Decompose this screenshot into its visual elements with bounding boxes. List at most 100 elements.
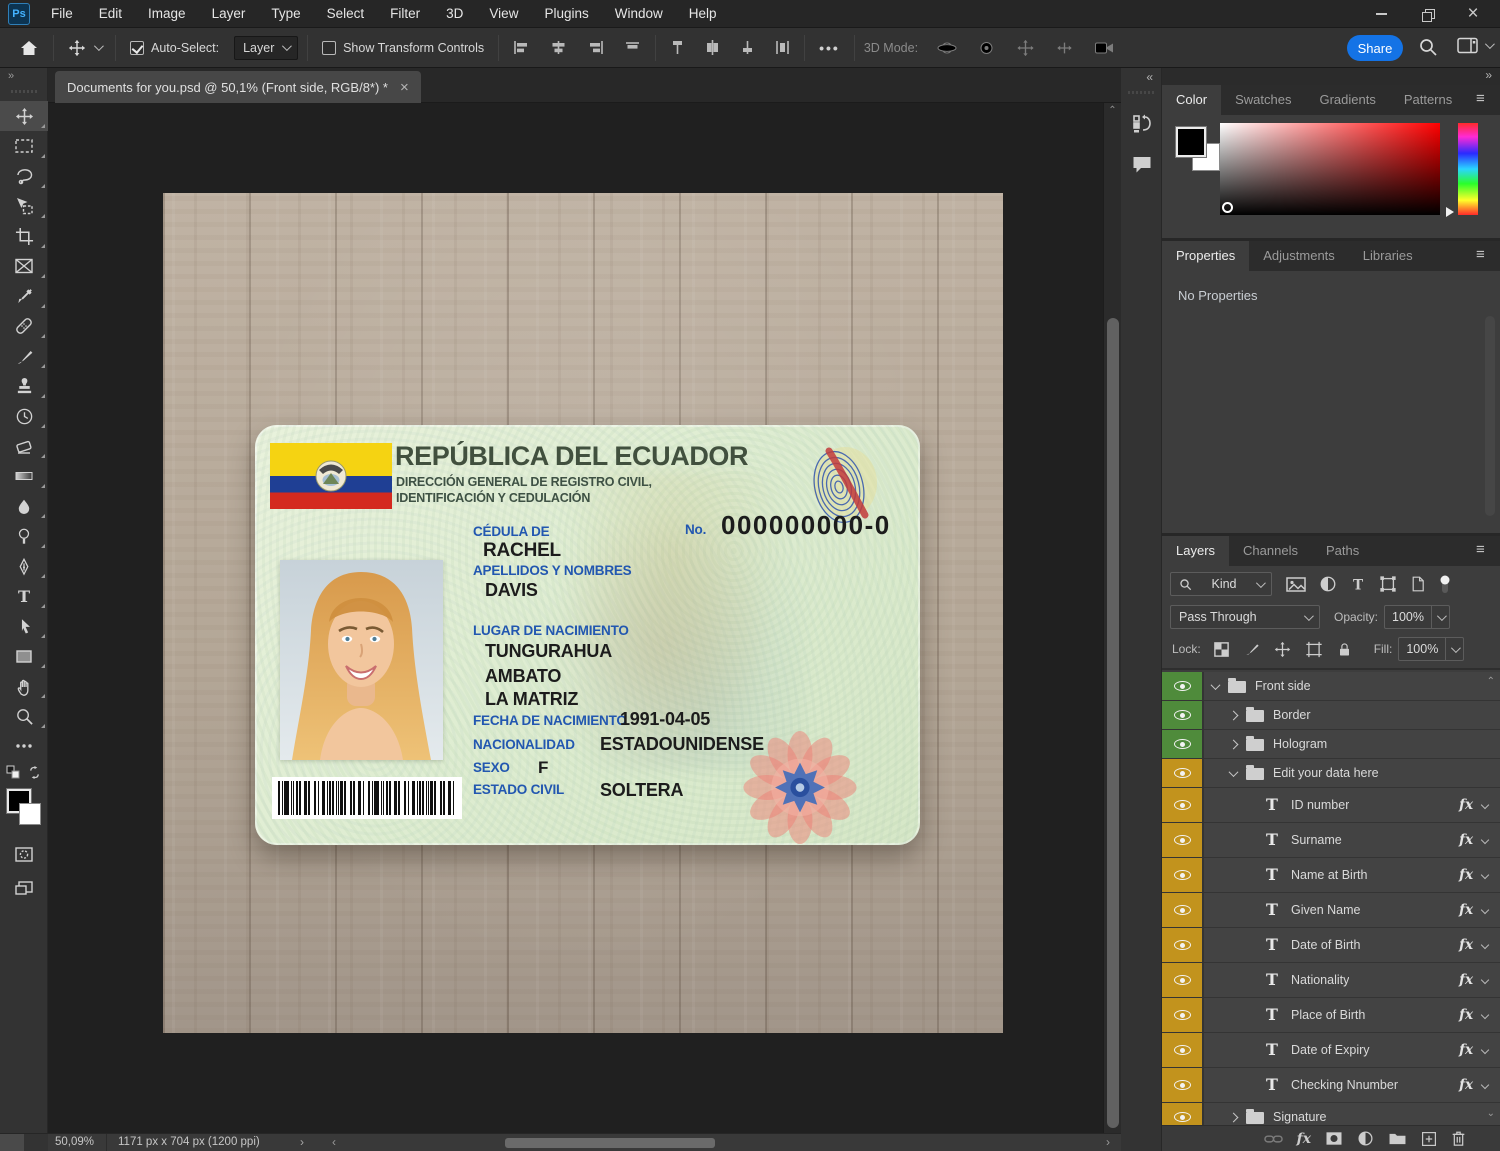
layer-row[interactable]: Name at Birth xyxy=(1162,858,1500,893)
3d-roll-button[interactable] xyxy=(972,36,1001,60)
layer-row[interactable]: Signature xyxy=(1162,1103,1500,1125)
auto-select-checkbox[interactable]: Auto-Select: xyxy=(125,38,224,58)
layer-name[interactable]: Given Name xyxy=(1291,903,1360,917)
menu-item[interactable]: Type xyxy=(258,0,313,28)
auto-select-target-dropdown[interactable]: Layer xyxy=(234,36,298,60)
group-expand-toggle[interactable] xyxy=(1229,710,1239,720)
layer-row[interactable]: Date of Expiry xyxy=(1162,1033,1500,1068)
layer-row[interactable]: Edit your data here xyxy=(1162,759,1500,788)
layer-row[interactable]: Surname xyxy=(1162,823,1500,858)
layer-visibility-toggle[interactable] xyxy=(1162,928,1204,962)
layer-effects-badge[interactable] xyxy=(1459,866,1473,884)
distribute-top-button[interactable] xyxy=(665,36,690,59)
layer-name[interactable]: Signature xyxy=(1273,1110,1327,1124)
scroll-right-icon[interactable]: › xyxy=(1106,1135,1110,1149)
color-picker-ring[interactable] xyxy=(1222,202,1233,213)
layers-scroll-down-icon[interactable]: ⌄ xyxy=(1487,1108,1495,1119)
layer-visibility-toggle[interactable] xyxy=(1162,963,1204,997)
tab-properties[interactable]: Properties xyxy=(1162,241,1249,271)
chevron-down-icon[interactable] xyxy=(1481,906,1489,914)
tab-swatches[interactable]: Swatches xyxy=(1221,85,1305,115)
menu-item[interactable]: Help xyxy=(676,0,730,28)
tab-close-icon[interactable]: × xyxy=(400,80,409,95)
home-button[interactable] xyxy=(14,35,44,61)
distribute-bottom-button[interactable] xyxy=(735,36,760,59)
tab-channels[interactable]: Channels xyxy=(1229,536,1312,566)
filtering-toggle[interactable] xyxy=(1439,575,1451,594)
document-tab[interactable]: Documents for you.psd @ 50,1% (Front sid… xyxy=(55,71,421,103)
layer-row-main[interactable]: Front side xyxy=(1204,672,1500,700)
layer-visibility-toggle[interactable] xyxy=(1162,1103,1204,1125)
horizontal-scroll-thumb[interactable] xyxy=(505,1138,715,1148)
minimize-button[interactable] xyxy=(1358,0,1404,28)
menu-item[interactable]: Select xyxy=(314,0,378,28)
foreground-background-colors[interactable] xyxy=(0,787,48,833)
new-adjustment-layer-button[interactable] xyxy=(1357,1130,1374,1147)
object-selection-tool[interactable] xyxy=(0,191,48,221)
move-tool-preset[interactable] xyxy=(63,36,106,60)
menu-item[interactable]: File xyxy=(38,0,86,28)
rectangle-tool[interactable] xyxy=(0,641,48,671)
swap-colors-control[interactable] xyxy=(0,761,47,783)
brush-tool[interactable] xyxy=(0,341,48,371)
spot-healing-brush-tool[interactable] xyxy=(0,311,48,341)
align-top-edges-button[interactable] xyxy=(619,37,646,58)
lock-position-button[interactable] xyxy=(1274,641,1291,658)
distribute-horizontal-button[interactable] xyxy=(770,36,795,59)
layer-row-main[interactable]: Signature xyxy=(1204,1103,1500,1125)
vertical-scrollbar[interactable]: ⌃ xyxy=(1103,103,1121,1133)
filter-type-layers-button[interactable]: T xyxy=(1350,576,1366,593)
status-info-arrow[interactable]: › xyxy=(300,1135,304,1149)
chevron-down-icon[interactable] xyxy=(1481,1011,1489,1019)
background-color-swatch[interactable] xyxy=(19,803,41,825)
hand-tool[interactable] xyxy=(0,671,48,701)
lock-all-button[interactable] xyxy=(1337,641,1352,658)
layer-row[interactable]: Checking Nnumber xyxy=(1162,1068,1500,1103)
blend-mode-dropdown[interactable]: Pass Through xyxy=(1170,605,1320,629)
type-tool[interactable]: T xyxy=(0,581,48,611)
layer-row-main[interactable]: ID number xyxy=(1204,788,1500,822)
hue-slider-arrow[interactable] xyxy=(1446,207,1454,217)
gradient-tool[interactable] xyxy=(0,461,48,491)
panel-menu-icon[interactable] xyxy=(1476,248,1492,262)
layer-row[interactable]: Front side xyxy=(1162,672,1500,701)
layer-visibility-toggle[interactable] xyxy=(1162,701,1204,729)
opacity-input[interactable]: 100% xyxy=(1384,605,1450,629)
tab-adjustments[interactable]: Adjustments xyxy=(1249,241,1349,271)
align-right-edges-button[interactable] xyxy=(582,37,609,58)
toolbar-grip[interactable] xyxy=(11,90,37,93)
layer-visibility-toggle[interactable] xyxy=(1162,788,1204,822)
foreground-color-swatch[interactable] xyxy=(1176,127,1206,157)
tab-gradients[interactable]: Gradients xyxy=(1305,85,1389,115)
3d-pan-button[interactable] xyxy=(1011,36,1040,60)
workspace-switcher[interactable] xyxy=(1457,37,1492,54)
filter-adjustment-layers-button[interactable] xyxy=(1319,575,1337,593)
layer-name[interactable]: Place of Birth xyxy=(1291,1008,1365,1022)
filter-smart-objects-button[interactable] xyxy=(1410,575,1426,593)
group-expand-toggle[interactable] xyxy=(1229,739,1239,749)
expand-panels-button[interactable]: « xyxy=(1121,68,1161,84)
add-layer-mask-button[interactable] xyxy=(1325,1131,1343,1146)
history-brush-tool[interactable] xyxy=(0,401,48,431)
fill-input[interactable]: 100% xyxy=(1398,637,1464,661)
scroll-left-icon[interactable]: ‹ xyxy=(332,1135,336,1149)
layer-effects-badge[interactable] xyxy=(1459,1006,1473,1024)
layer-row[interactable]: Date of Birth xyxy=(1162,928,1500,963)
collapse-panels-button[interactable]: » xyxy=(1162,68,1500,85)
lock-transparent-pixels-button[interactable] xyxy=(1213,641,1230,658)
3d-camera-button[interactable] xyxy=(1089,37,1120,59)
eyedropper-tool[interactable] xyxy=(0,281,48,311)
fill-dropdown-button[interactable] xyxy=(1445,638,1463,660)
menu-item[interactable]: Image xyxy=(135,0,199,28)
layer-row-main[interactable]: Place of Birth xyxy=(1204,998,1500,1032)
pen-tool[interactable] xyxy=(0,551,48,581)
screen-mode-button[interactable] xyxy=(0,873,48,903)
layers-scroll-up-icon[interactable]: ⌃ xyxy=(1487,676,1495,687)
layer-effects-badge[interactable] xyxy=(1459,936,1473,954)
dodge-tool[interactable] xyxy=(0,521,48,551)
scroll-up-icon[interactable]: ⌃ xyxy=(1104,103,1121,119)
chevron-down-icon[interactable] xyxy=(1481,1046,1489,1054)
layer-name[interactable]: Edit your data here xyxy=(1273,766,1379,780)
quick-mask-button[interactable] xyxy=(0,839,48,869)
crop-tool[interactable] xyxy=(0,221,48,251)
